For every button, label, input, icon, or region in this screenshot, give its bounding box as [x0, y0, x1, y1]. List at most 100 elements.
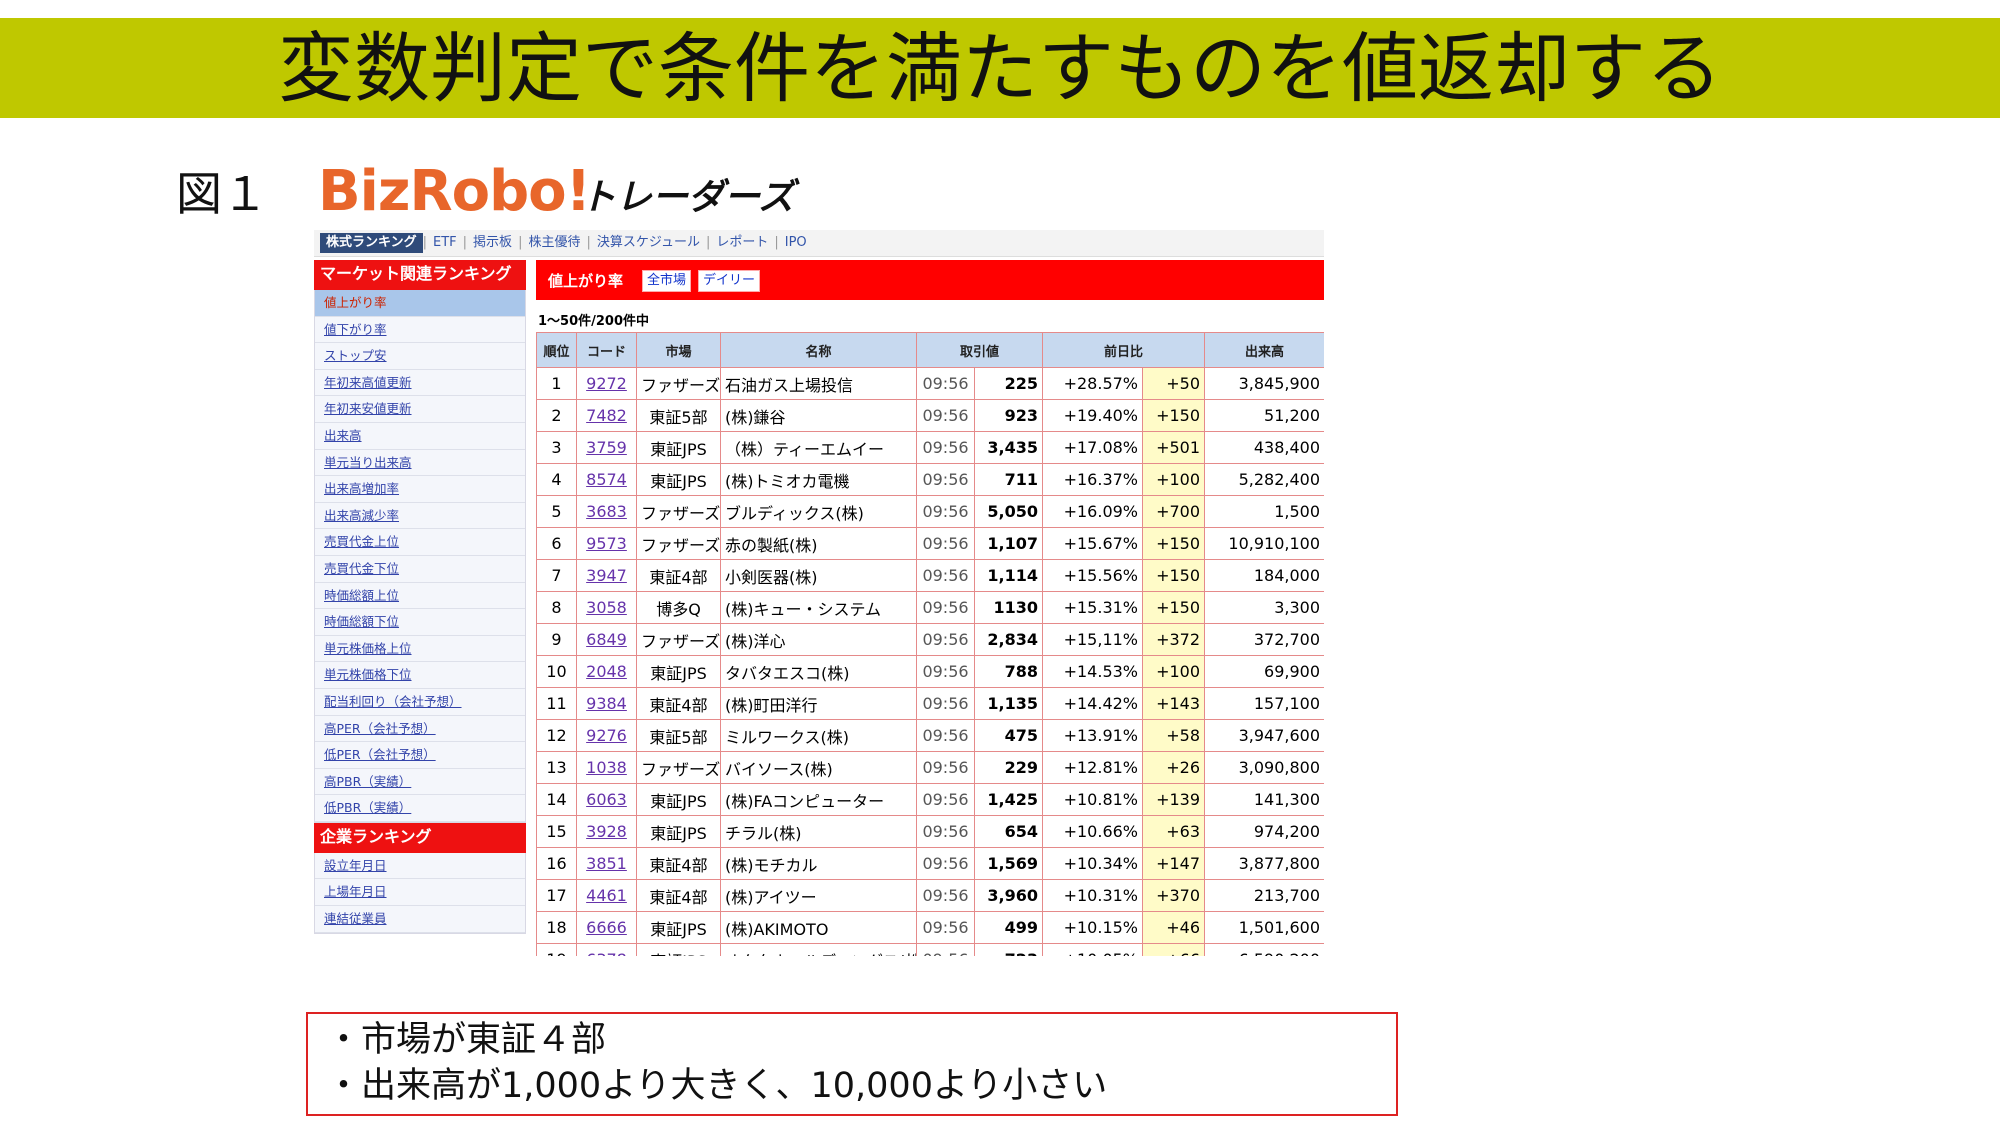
price-cell: 3,960 — [973, 879, 1044, 912]
market-cell: ファザーズ — [636, 495, 721, 528]
price-cell: 2,834 — [973, 623, 1044, 656]
time-cell: 09:56 — [916, 911, 975, 944]
market-cell: 東証JPS — [636, 911, 721, 944]
name-cell: (株)AKIMOTO — [720, 911, 917, 944]
sidebar-link[interactable]: 出来高減少率 — [315, 503, 525, 530]
code-link[interactable]: 6666 — [576, 911, 637, 944]
nav-item[interactable]: IPO — [779, 230, 813, 256]
header-change: 前日比 — [1042, 332, 1206, 368]
name-cell: (株)FAコンピューター — [720, 783, 917, 816]
name-cell: オクタホールディングス(株) — [720, 943, 917, 956]
rank-cell: 5 — [536, 495, 577, 528]
sidebar-link[interactable]: 単元株価格上位 — [315, 636, 525, 663]
sidebar-link[interactable]: 上場年月日 — [315, 879, 525, 907]
code-link[interactable]: 8574 — [576, 463, 637, 496]
code-link[interactable]: 3683 — [576, 495, 637, 528]
time-cell: 09:56 — [916, 783, 975, 816]
sidebar-link[interactable]: 年初来安値更新 — [315, 396, 525, 423]
code-link[interactable]: 3058 — [576, 591, 637, 624]
sidebar-link[interactable]: 時価総額上位 — [315, 583, 525, 610]
market-cell: 博多Q — [636, 591, 721, 624]
rank-cell: 6 — [536, 527, 577, 560]
price-cell: 923 — [973, 399, 1044, 432]
code-link[interactable]: 3851 — [576, 847, 637, 880]
time-cell: 09:56 — [916, 879, 975, 912]
table-row: 1 9272 ファザーズ 石油ガス上場投信 09:56 225 +28.57% +50 3,84… — [536, 367, 1324, 400]
market-cell: 東証JPS — [636, 431, 721, 464]
nav-item[interactable]: ETF — [427, 230, 463, 256]
code-link[interactable]: 6378 — [576, 943, 637, 956]
market-cell: 東証JPS — [636, 943, 721, 956]
time-cell: 09:56 — [916, 847, 975, 880]
sidebar-link[interactable]: 設立年月日 — [315, 853, 525, 880]
rank-cell: 16 — [536, 847, 577, 880]
market-ranking-list: 値上がり率 値下がり率 ストップ安 年初来高値更新 年初来安値更新 出来高 単元当り出来高出… — [314, 290, 526, 823]
price-cell: 1,114 — [973, 559, 1044, 592]
rank-cell: 2 — [536, 399, 577, 432]
sidebar-link[interactable]: 配当利回り（会社予想） — [315, 689, 525, 716]
code-link[interactable]: 9276 — [576, 719, 637, 752]
sidebar-link[interactable]: 高PBR（実績） — [315, 769, 525, 796]
market-ranking-heading: マーケット関連ランキング — [314, 260, 526, 290]
header-rank: 順位 — [536, 332, 577, 368]
sidebar-link[interactable]: 出来高増加率 — [315, 476, 525, 503]
sidebar-link[interactable]: 値上がり率 — [315, 290, 525, 317]
code-link[interactable]: 3947 — [576, 559, 637, 592]
code-link[interactable]: 3759 — [576, 431, 637, 464]
time-cell: 09:56 — [916, 751, 975, 784]
sidebar-link[interactable]: 年初来高値更新 — [315, 370, 525, 397]
time-cell: 09:56 — [916, 431, 975, 464]
sidebar-link[interactable]: 売買代金上位 — [315, 529, 525, 556]
sidebar-link[interactable]: ストップ安 — [315, 343, 525, 370]
sidebar-link[interactable]: 単元当り出来高 — [315, 450, 525, 477]
price-cell: 3,435 — [973, 431, 1044, 464]
code-link[interactable]: 1038 — [576, 751, 637, 784]
sidebar-link[interactable]: 低PBR（実績） — [315, 795, 525, 822]
time-cell: 09:56 — [916, 591, 975, 624]
name-cell: 小剣医器(株) — [720, 559, 917, 592]
diff-cell: +150 — [1142, 527, 1206, 560]
nav-item[interactable]: 株式ランキング — [320, 233, 423, 253]
sidebar-link[interactable]: 時価総額下位 — [315, 609, 525, 636]
sidebar-link[interactable]: 値下がり率 — [315, 317, 525, 344]
code-link[interactable]: 6849 — [576, 623, 637, 656]
sidebar-link[interactable]: 低PER（会社予想） — [315, 742, 525, 769]
rank-cell: 9 — [536, 623, 577, 656]
tab-all-markets[interactable]: 全市場 — [642, 270, 692, 292]
tab-daily[interactable]: デイリー — [698, 270, 761, 292]
code-link[interactable]: 7482 — [576, 399, 637, 432]
volume-cell: 372,700 — [1204, 623, 1324, 656]
nav-item[interactable]: 決算スケジュール — [591, 230, 706, 256]
code-link[interactable]: 9573 — [576, 527, 637, 560]
table-row: 13 1038 ファザーズ バイソース(株) 09:56 229 +12.81% +26 3,0… — [536, 751, 1324, 784]
rank-cell: 12 — [536, 719, 577, 752]
sidebar-link[interactable]: 連結従業員 — [315, 906, 525, 933]
diff-cell: +100 — [1142, 463, 1206, 496]
price-cell: 654 — [973, 815, 1044, 848]
code-link[interactable]: 6063 — [576, 783, 637, 816]
pct-change-cell: +15.67% — [1042, 527, 1144, 560]
code-link[interactable]: 9272 — [576, 367, 637, 400]
pct-change-cell: +10.81% — [1042, 783, 1144, 816]
sidebar-link[interactable]: 高PER（会社予想） — [315, 716, 525, 743]
pct-change-cell: +15.56% — [1042, 559, 1144, 592]
nav-item[interactable]: レポート — [710, 230, 774, 256]
time-cell: 09:56 — [916, 687, 975, 720]
nav-item[interactable]: 株主優待 — [522, 230, 586, 256]
time-cell: 09:56 — [916, 623, 975, 656]
code-link[interactable]: 9384 — [576, 687, 637, 720]
code-link[interactable]: 2048 — [576, 655, 637, 688]
rank-cell: 17 — [536, 879, 577, 912]
code-link[interactable]: 3928 — [576, 815, 637, 848]
diff-cell: +66 — [1142, 943, 1206, 956]
nav-item[interactable]: 掲示板 — [467, 230, 518, 256]
volume-cell: 1,500 — [1204, 495, 1324, 528]
sidebar-link[interactable]: 売買代金下位 — [315, 556, 525, 583]
header-name: 名称 — [720, 332, 917, 368]
code-link[interactable]: 4461 — [576, 879, 637, 912]
name-cell: 赤の製紙(株) — [720, 527, 917, 560]
market-cell: 東証JPS — [636, 815, 721, 848]
diff-cell: +150 — [1142, 591, 1206, 624]
sidebar-link[interactable]: 出来高 — [315, 423, 525, 450]
sidebar-link[interactable]: 単元株価格下位 — [315, 662, 525, 689]
